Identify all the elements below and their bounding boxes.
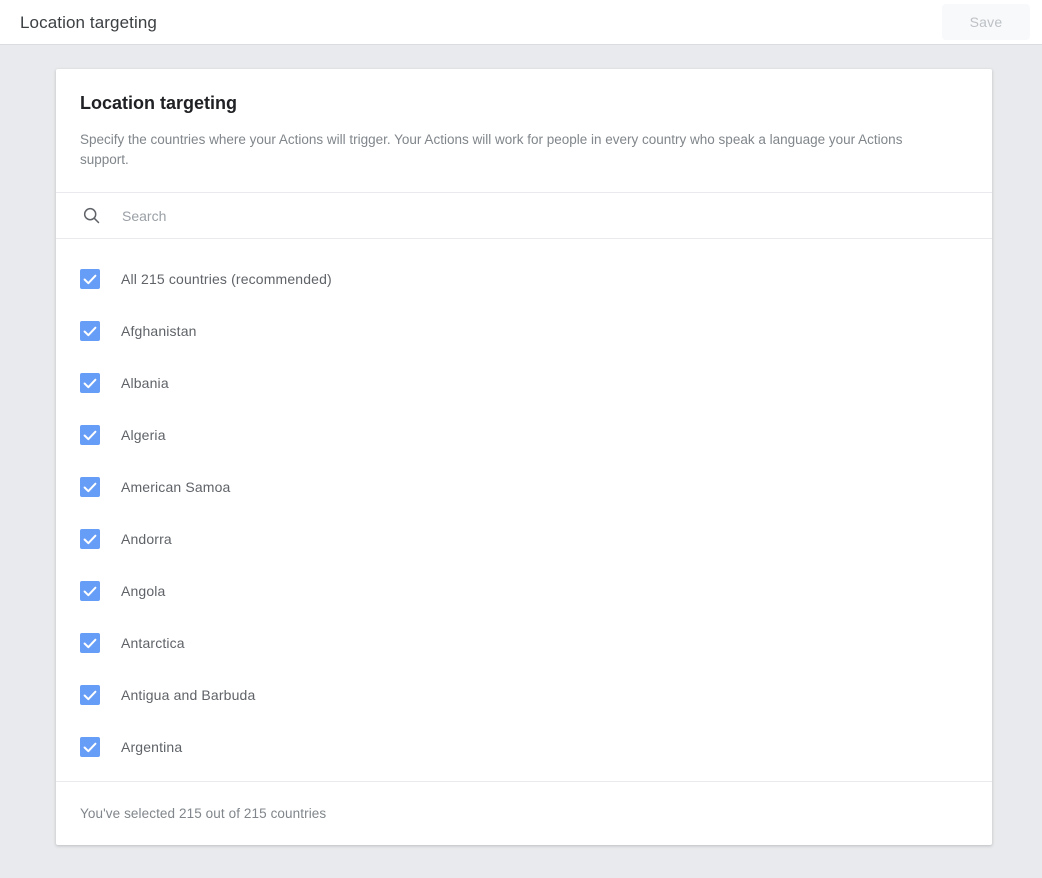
checkbox-checked-icon[interactable] [80, 737, 100, 757]
country-row[interactable]: Armenia [56, 773, 992, 781]
country-list: All 215 countries (recommended) Afghanist… [56, 239, 992, 781]
country-list-scroll-area[interactable]: All 215 countries (recommended) Afghanist… [56, 239, 992, 781]
checkbox-checked-icon[interactable] [80, 373, 100, 393]
card-description: Specify the countries where your Actions… [80, 130, 940, 170]
country-row[interactable]: Argentina [56, 721, 992, 773]
country-row[interactable]: All 215 countries (recommended) [56, 253, 992, 305]
checkbox-checked-icon[interactable] [80, 581, 100, 601]
checkbox-checked-icon[interactable] [80, 269, 100, 289]
checkbox-checked-icon[interactable] [80, 321, 100, 341]
country-label: Antarctica [121, 633, 185, 653]
search-row[interactable] [56, 192, 992, 239]
checkbox-checked-icon[interactable] [80, 685, 100, 705]
country-row[interactable]: American Samoa [56, 461, 992, 513]
country-row[interactable]: Afghanistan [56, 305, 992, 357]
country-label: Argentina [121, 737, 182, 757]
page-title: Location targeting [20, 14, 157, 31]
card-header: Location targeting Specify the countries… [56, 69, 992, 192]
selection-status-text: You've selected 215 out of 215 countries [80, 806, 326, 821]
country-row[interactable]: Albania [56, 357, 992, 409]
country-label: Andorra [121, 529, 172, 549]
checkbox-checked-icon[interactable] [80, 529, 100, 549]
country-label: Afghanistan [121, 321, 197, 341]
app-bar: Location targeting Save [0, 0, 1042, 45]
country-label: Albania [121, 373, 169, 393]
checkbox-checked-icon[interactable] [80, 477, 100, 497]
country-row[interactable]: Antarctica [56, 617, 992, 669]
country-label: Algeria [121, 425, 166, 445]
search-icon [80, 205, 102, 227]
location-targeting-card: Location targeting Specify the countries… [56, 69, 992, 845]
country-label: American Samoa [121, 477, 230, 497]
checkbox-checked-icon[interactable] [80, 633, 100, 653]
card-title: Location targeting [80, 93, 968, 114]
card-footer: You've selected 215 out of 215 countries [56, 781, 992, 845]
save-button[interactable]: Save [942, 4, 1030, 40]
search-input[interactable] [122, 193, 968, 238]
country-label: Antigua and Barbuda [121, 685, 255, 705]
country-row[interactable]: Antigua and Barbuda [56, 669, 992, 721]
country-label: All 215 countries (recommended) [121, 269, 332, 289]
country-row[interactable]: Algeria [56, 409, 992, 461]
country-label: Angola [121, 581, 166, 601]
checkbox-checked-icon[interactable] [80, 425, 100, 445]
country-row[interactable]: Angola [56, 565, 992, 617]
page-body: Location targeting Specify the countries… [0, 45, 1042, 878]
country-row[interactable]: Andorra [56, 513, 992, 565]
